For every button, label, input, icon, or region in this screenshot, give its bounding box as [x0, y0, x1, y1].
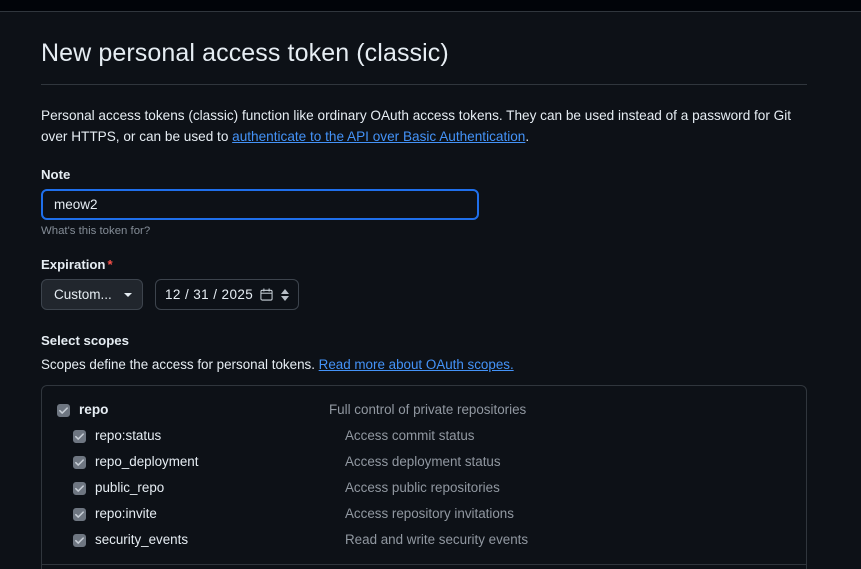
- scope-left: repo:invite: [73, 501, 345, 527]
- expiration-date-input[interactable]: 12 / 31 / 2025: [155, 279, 300, 311]
- scope-row: repo_deployment Access deployment status: [42, 449, 806, 475]
- oauth-scopes-doc-link[interactable]: Read more about OAuth scopes.: [319, 357, 514, 372]
- required-asterisk: *: [107, 257, 113, 273]
- scope-description: Access repository invitations: [345, 506, 514, 522]
- scope-checkbox-repo:status[interactable]: [73, 429, 86, 443]
- scope-row: public_repo Access public repositories: [42, 475, 806, 501]
- scopes-box: repo Full control of private repositories…: [41, 385, 807, 569]
- scope-left: repo: [57, 397, 329, 423]
- note-label: Note: [41, 167, 71, 183]
- scope-checkbox-public_repo[interactable]: [73, 481, 86, 495]
- select-scopes-heading: Select scopes: [41, 333, 129, 349]
- scope-description: Access commit status: [345, 428, 475, 444]
- expiration-date-text: 12 / 31 / 2025: [165, 287, 254, 303]
- scope-checkbox-repo_deployment[interactable]: [73, 455, 86, 469]
- scope-description: Full control of private repositories: [329, 402, 527, 418]
- scope-name[interactable]: repo: [79, 397, 108, 423]
- calendar-icon[interactable]: [260, 288, 273, 301]
- scope-row: repo:status Access commit status: [42, 423, 806, 449]
- scope-description: Read and write security events: [345, 532, 529, 548]
- scope-checkbox-security_events[interactable]: [73, 533, 86, 547]
- title-divider: [41, 84, 807, 86]
- github-top-bar: [0, 0, 861, 12]
- scope-name[interactable]: repo:status: [95, 423, 161, 449]
- scope-left: public_repo: [73, 475, 345, 501]
- scope-group-repo: repo Full control of private repositories…: [42, 386, 806, 564]
- basic-auth-doc-link[interactable]: authenticate to the API over Basic Authe…: [232, 129, 525, 144]
- scope-name[interactable]: repo:invite: [95, 501, 157, 527]
- scope-row: repo:invite Access repository invitations: [42, 501, 806, 527]
- scope-checkbox-repo[interactable]: [57, 403, 70, 417]
- scope-name[interactable]: repo_deployment: [95, 449, 198, 475]
- expiration-label: Expiration *: [41, 257, 807, 272]
- scope-left: repo:status: [73, 423, 345, 449]
- expiration-label-text: Expiration: [41, 257, 106, 273]
- scope-left: security_events: [73, 527, 345, 553]
- scope-row: repo Full control of private repositories: [42, 397, 806, 423]
- scopes-description-text: Scopes define the access for personal to…: [41, 357, 319, 373]
- page-title: New personal access token (classic): [41, 39, 449, 67]
- note-input[interactable]: [41, 189, 479, 221]
- scope-description: Access public repositories: [345, 480, 500, 496]
- scope-left: repo_deployment: [73, 449, 345, 475]
- expiration-select[interactable]: Custom...: [41, 279, 143, 311]
- intro-text-after: .: [525, 129, 530, 145]
- expiration-controls: Custom... 12 / 31 / 2025: [41, 279, 807, 311]
- scope-name[interactable]: security_events: [95, 527, 188, 553]
- spinner-updown-icon[interactable]: [281, 288, 290, 301]
- scope-checkbox-repo:invite[interactable]: [73, 507, 86, 521]
- scope-description: Access deployment status: [345, 454, 501, 470]
- page-root: New personal access token (classic) Pers…: [0, 12, 861, 569]
- intro-paragraph: Personal access tokens (classic) functio…: [41, 105, 807, 147]
- scopes-description: Scopes define the access for personal to…: [41, 357, 807, 372]
- scope-group-next-partial: [42, 565, 806, 569]
- scope-name[interactable]: public_repo: [95, 475, 164, 501]
- expiration-select-wrapper: Custom...: [41, 279, 143, 311]
- page-content: New personal access token (classic) Pers…: [41, 12, 807, 569]
- note-helper-text: What's this token for?: [41, 225, 151, 238]
- scope-row: security_events Read and write security e…: [42, 527, 806, 553]
